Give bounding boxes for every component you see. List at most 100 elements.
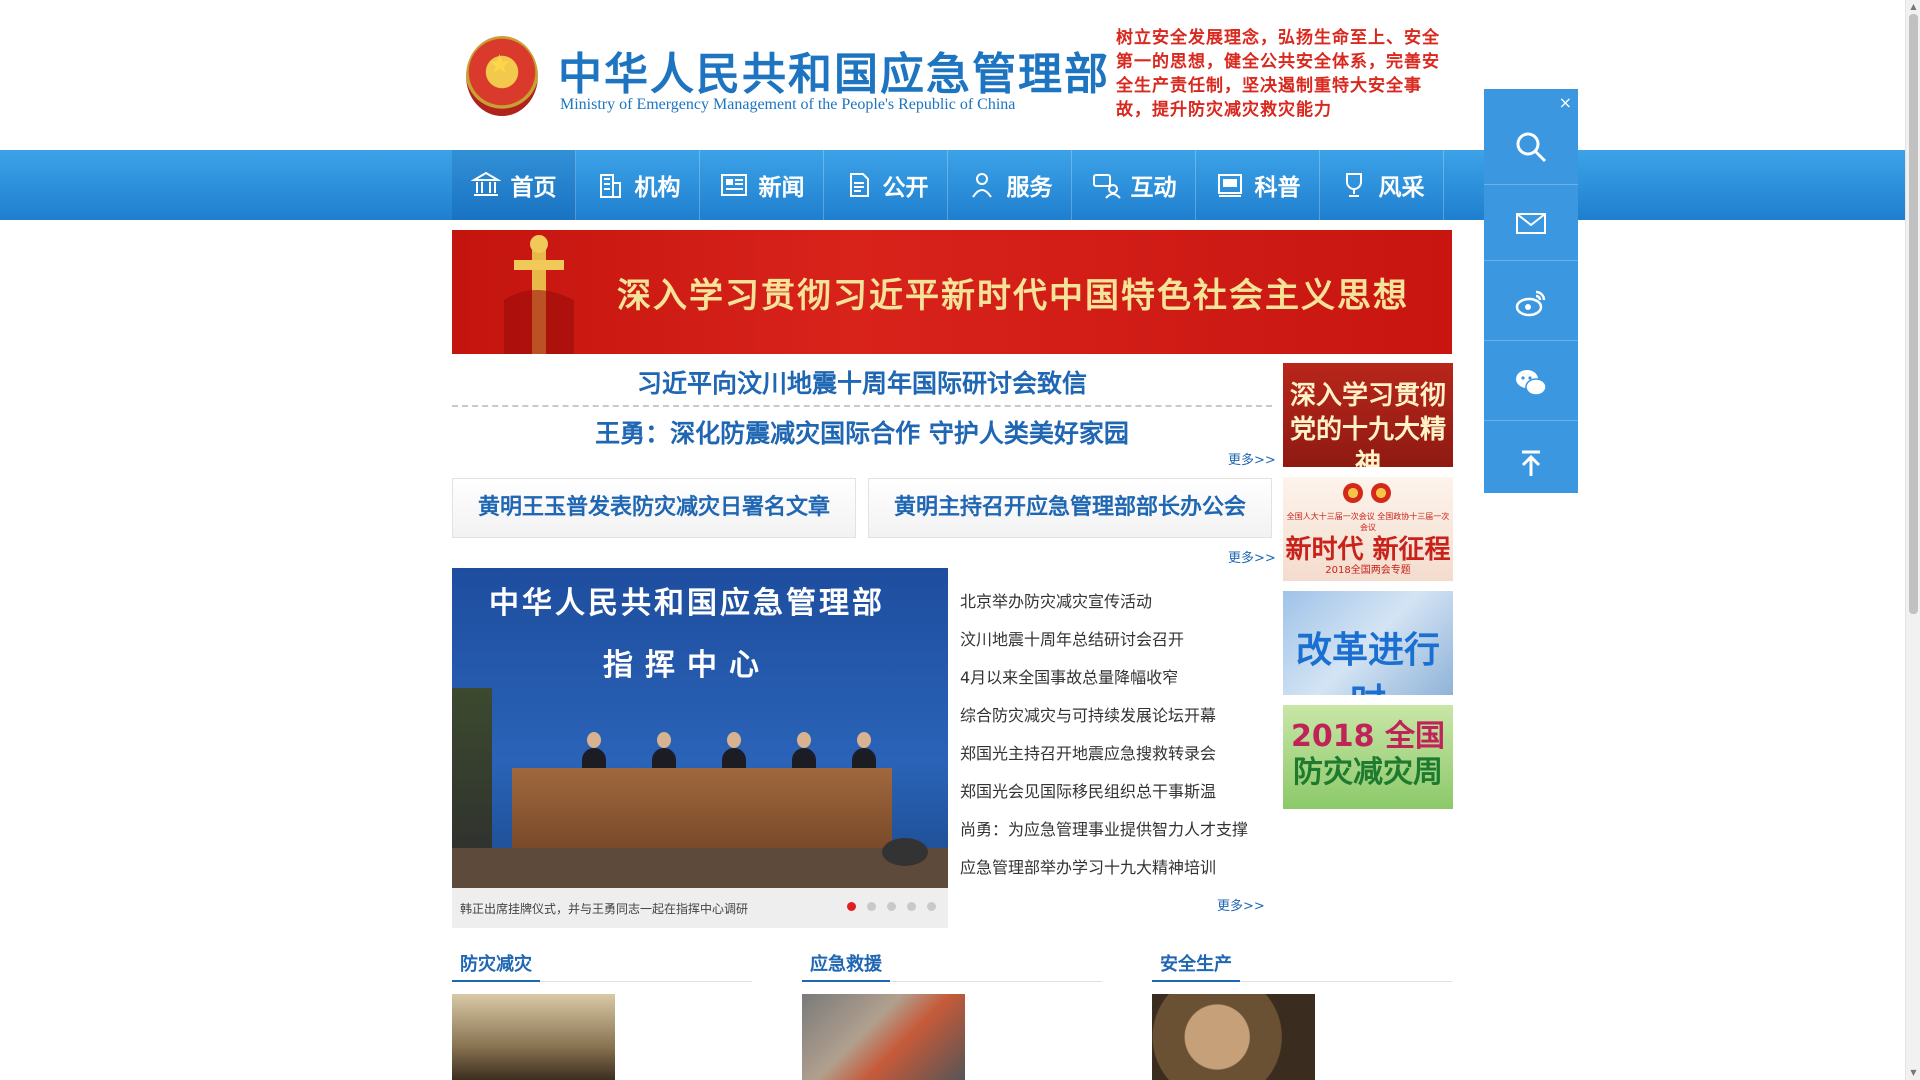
nav-item-style[interactable]: 风采	[1320, 150, 1444, 220]
book-icon	[1215, 171, 1245, 199]
scrollbar-thumb[interactable]	[1909, 14, 1918, 614]
slider-dots	[847, 902, 936, 911]
wechat-button[interactable]	[1484, 345, 1578, 421]
slider-photo[interactable]: 中华人民共和国应急管理部 指挥中心	[452, 568, 948, 888]
office-building-icon	[595, 171, 625, 199]
column-header-rescue: 应急救援	[802, 950, 1102, 982]
nav-item-label: 服务	[1006, 175, 1053, 201]
building-columns-icon	[470, 171, 501, 199]
column-image-safety[interactable]	[1152, 994, 1315, 1080]
column-title[interactable]: 应急救援	[802, 950, 890, 982]
slider-dot[interactable]	[907, 902, 916, 911]
page-scrollbar[interactable]: ▲ ▼	[1905, 0, 1920, 1080]
slider-dot[interactable]	[847, 902, 856, 911]
thumb-title: 改革进行时	[1295, 630, 1440, 695]
mail-button[interactable]	[1484, 185, 1578, 261]
back-to-top-icon	[1521, 450, 1541, 476]
slider-dot[interactable]	[867, 902, 876, 911]
headline-second[interactable]: 王勇：深化防震减灾国际合作 守护人类美好家园	[452, 414, 1272, 450]
national-emblem-logo[interactable]	[466, 36, 538, 116]
thumb-subtitle: 2018全国两会专题	[1325, 565, 1411, 576]
nav-item-label: 风采	[1378, 175, 1425, 201]
column-header-disaster: 防灾减灾	[452, 950, 752, 982]
newspaper-icon	[719, 171, 749, 199]
nav-item-public[interactable]: 公开	[824, 150, 948, 220]
emblem-badge	[1371, 483, 1391, 503]
slider-photo-floor	[452, 848, 948, 888]
column-image-rescue[interactable]	[802, 994, 965, 1080]
header-slogan: 树立安全发展理念，弘扬生命至上、安全第一的思想，健全公共安全体系，完善安全生产责…	[1116, 28, 1440, 120]
column-title[interactable]: 防灾减灾	[452, 950, 540, 982]
slider-caption[interactable]: 韩正出席挂牌仪式，并与王勇同志一起在指挥中心调研	[460, 900, 748, 917]
nav-item-news[interactable]: 新闻	[700, 150, 824, 220]
floating-side-panel: ×	[1484, 89, 1578, 493]
thumb-title: 深入学习贯彻党的十九大精神	[1289, 381, 1446, 467]
back-to-top-button[interactable]	[1484, 425, 1578, 501]
site-title-en: Ministry of Emergency Management of the …	[560, 96, 1016, 113]
thumb-reform[interactable]: 改革进行时	[1283, 591, 1453, 695]
news-list-more-link[interactable]: 更多>>	[1217, 895, 1265, 914]
headlines-more-link[interactable]: 更多>>	[1228, 449, 1276, 468]
column-title[interactable]: 安全生产	[1152, 950, 1240, 982]
emblem-badge	[1343, 483, 1363, 503]
thumb-title-line1: 2018 全国	[1291, 719, 1445, 754]
column-image-disaster[interactable]	[452, 994, 615, 1080]
search-button[interactable]	[1484, 109, 1578, 185]
banner-text: 深入学习贯彻习近平新时代中国特色社会主义思想	[617, 276, 1409, 316]
news-list-item[interactable]: 郑国光会见国际移民组织总干事斯温	[960, 778, 1280, 816]
nav-item-home[interactable]: 首页	[452, 150, 576, 220]
chat-people-icon	[1091, 171, 1121, 199]
site-title-cn[interactable]: 中华人民共和国应急管理部	[558, 38, 1110, 102]
nav-item-label: 科普	[1254, 175, 1301, 201]
document-icon	[843, 171, 873, 199]
news-list: 北京举办防灾减灾宣传活动 汶川地震十周年总结研讨会召开 4月以来全国事故总量降幅…	[960, 588, 1280, 892]
nav-item-label: 机构	[634, 175, 681, 201]
scroll-up-arrow-icon[interactable]: ▲	[1906, 0, 1920, 14]
nav-item-label: 互动	[1130, 175, 1177, 201]
news-list-item[interactable]: 汶川地震十周年总结研讨会召开	[960, 626, 1280, 664]
column-header-safety: 安全生产	[1152, 950, 1452, 982]
nav-item-label: 新闻	[758, 175, 805, 201]
site-header: 中华人民共和国应急管理部 Ministry of Emergency Manag…	[450, 0, 1450, 150]
boxes-more-link[interactable]: 更多>>	[1228, 547, 1276, 566]
news-list-item[interactable]: 北京举办防灾减灾宣传活动	[960, 588, 1280, 626]
main-navigation: 首页 机构 新闻 公开 服务 互动 科普 风采	[0, 150, 1905, 220]
scroll-down-arrow-icon[interactable]: ▼	[1906, 1066, 1920, 1080]
thumb-disaster-week[interactable]: 2018 全国 防灾减灾周	[1283, 705, 1453, 809]
nav-item-service[interactable]: 服务	[948, 150, 1072, 220]
thumb-title-line2: 防灾减灾周	[1293, 755, 1443, 790]
nav-item-label: 公开	[882, 175, 929, 201]
nav-item-interact[interactable]: 互动	[1072, 150, 1196, 220]
nav-item-science[interactable]: 科普	[1196, 150, 1320, 220]
weibo-button[interactable]	[1484, 265, 1578, 341]
headline-box-right[interactable]: 黄明主持召开应急管理部部长办公会	[868, 478, 1272, 538]
thumb-emblems	[1343, 483, 1393, 505]
theme-banner[interactable]: 深入学习贯彻习近平新时代中国特色社会主义思想	[452, 230, 1452, 354]
news-list-item[interactable]: 尚勇：为应急管理事业提供智力人才支撑	[960, 816, 1280, 854]
news-list-item[interactable]: 4月以来全国事故总量降幅收窄	[960, 664, 1280, 702]
mail-icon	[1516, 212, 1546, 234]
thumb-two-sessions[interactable]: 全国人大十三届一次会议 全国政协十三届一次会议 新时代 新征程 2018全国两会…	[1283, 477, 1453, 581]
news-list-item[interactable]: 综合防灾减灾与可持续发展论坛开幕	[960, 702, 1280, 740]
headline-divider	[452, 405, 1272, 407]
slider-photo-subtitle: 指挥中心	[603, 648, 771, 683]
slider-dot[interactable]	[927, 902, 936, 911]
thumb-title: 2018 全国 防灾减灾周	[1283, 719, 1453, 791]
news-list-item[interactable]: 郑国光主持召开地震应急搜救转录会	[960, 740, 1280, 778]
wechat-icon	[1516, 369, 1547, 396]
nav-item-label: 首页	[510, 175, 557, 201]
slider-photo-title: 中华人民共和国应急管理部	[489, 586, 885, 621]
weibo-icon	[1515, 290, 1546, 316]
photo-slider[interactable]: 中华人民共和国应急管理部 指挥中心 韩正出席挂牌仪式，并与王勇同志一起在指挥中心…	[452, 568, 948, 928]
slider-dot[interactable]	[887, 902, 896, 911]
huabiao-pillar-graphic	[504, 235, 574, 354]
headline-box-left[interactable]: 黄明王玉普发表防灾减灾日署名文章	[452, 478, 856, 538]
slider-photo-speaker	[882, 838, 928, 866]
slider-photo-table	[512, 768, 892, 848]
service-person-icon	[967, 171, 997, 199]
search-icon	[1516, 132, 1547, 162]
thumb-nineteenth-congress[interactable]: 深入学习贯彻党的十九大精神	[1283, 363, 1453, 467]
nav-item-organization[interactable]: 机构	[576, 150, 700, 220]
news-list-item[interactable]: 应急管理部举办学习十九大精神培训	[960, 854, 1280, 892]
headline-top[interactable]: 习近平向汶川地震十周年国际研讨会致信	[452, 364, 1272, 400]
